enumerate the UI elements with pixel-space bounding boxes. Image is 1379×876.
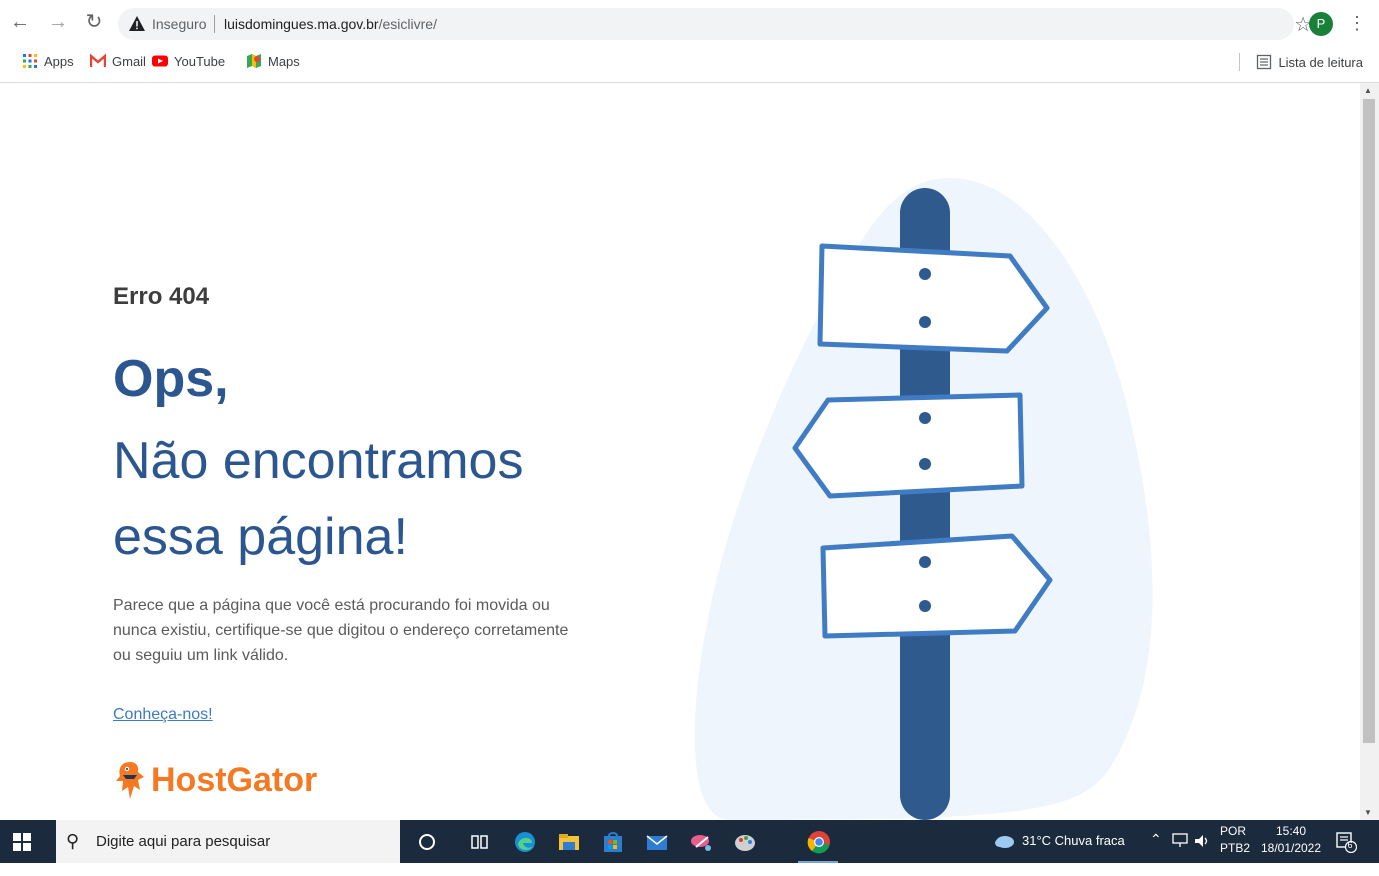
weather-cloud-icon[interactable] — [992, 832, 1016, 850]
chrome-icon[interactable] — [806, 829, 832, 855]
address-bar[interactable]: Inseguro luisdomingues.ma.gov.br/esicliv… — [118, 8, 1312, 40]
sign-bottom-bolt — [919, 556, 931, 568]
page-content: Erro 404 Ops, Não encontramos essa págin… — [0, 83, 1360, 820]
browser-chrome: ← → ↻ Inseguro luisdomingues.ma.gov.br/e… — [0, 0, 1379, 83]
mail-icon[interactable] — [644, 829, 670, 855]
clock[interactable]: 15:40 18/01/2022 — [1258, 823, 1324, 866]
scrollbar-thumb[interactable] — [1363, 99, 1375, 743]
sign-bottom — [820, 533, 1053, 639]
bookmark-youtube[interactable]: YouTube — [152, 53, 225, 69]
forward-button[interactable]: → — [46, 10, 70, 34]
language-bottom: PTB2 — [1220, 841, 1251, 855]
bookmark-label: Maps — [268, 53, 300, 69]
bookmark-maps[interactable]: Maps — [246, 53, 300, 69]
sign-top-bolt — [919, 268, 931, 280]
headline-line-2: essa página! — [113, 508, 408, 566]
notification-icon — [1336, 832, 1358, 854]
sign-top — [817, 243, 1050, 354]
about-link[interactable]: Conheça-nos! — [113, 706, 213, 724]
snip-tool-icon[interactable] — [688, 829, 714, 855]
language-top: POR — [1220, 824, 1247, 838]
paint-icon[interactable] — [732, 829, 758, 855]
error-description: Parece que a página que você está procur… — [113, 597, 569, 664]
page-scrollbar[interactable]: ▲ ▼ — [1360, 83, 1379, 820]
headline-ops: Ops, — [113, 350, 229, 408]
profile-avatar[interactable]: P — [1309, 12, 1333, 36]
signpost-illustration — [694, 178, 1153, 820]
error-code: Erro 404 — [113, 283, 210, 310]
sign-top-bolt — [919, 316, 931, 328]
apps-grid-icon — [23, 54, 37, 68]
sign-middle-bolt — [919, 458, 931, 470]
logo-text: HostGator — [151, 760, 318, 799]
cortana-icon[interactable] — [414, 829, 440, 855]
search-icon: ⚲ — [66, 831, 80, 851]
reload-button[interactable]: ↻ — [82, 10, 106, 34]
gmail-icon — [90, 53, 106, 67]
sign-bottom-bolt — [919, 600, 931, 612]
bookmark-label: Gmail — [112, 53, 146, 69]
bookmarks-divider — [1239, 53, 1241, 71]
gator-mascot-icon — [116, 762, 144, 799]
edge-icon[interactable] — [512, 829, 538, 855]
hostgator-logo[interactable]: HostGator — [113, 759, 317, 801]
maps-icon — [247, 54, 261, 68]
taskbar-search-box[interactable]: ⚲ Digite aqui para pesquisar — [56, 820, 400, 863]
reading-list-icon — [1257, 54, 1272, 70]
back-button[interactable]: ← — [8, 10, 32, 34]
show-hidden-icons-icon[interactable]: ⌃ — [1150, 831, 1162, 874]
weather-text[interactable]: 31°C Chuva fraca — [1022, 833, 1125, 876]
file-explorer-icon[interactable] — [556, 829, 582, 855]
url-text[interactable]: luisdomingues.ma.gov.br/esiclivre/ — [224, 16, 437, 32]
notification-count: 6 — [1347, 840, 1353, 850]
windows-start-icon[interactable] — [12, 832, 32, 852]
clock-date: 18/01/2022 — [1260, 841, 1322, 855]
windows-taskbar: ⚲ Digite aqui para pesquisar 31°C Chuva … — [0, 820, 1379, 863]
bookmark-gmail[interactable]: Gmail — [90, 53, 146, 69]
reading-list-button[interactable]: Lista de leitura — [1239, 53, 1363, 71]
url-host: luisdomingues.ma.gov.br — [224, 16, 379, 32]
omnibox-divider — [214, 15, 215, 33]
scroll-down-arrow-icon[interactable]: ▼ — [1364, 808, 1372, 817]
volume-icon[interactable] — [1193, 833, 1211, 849]
sign-middle-bolt — [919, 412, 931, 424]
language-indicator[interactable]: POR PTB2 — [1220, 823, 1250, 866]
notification-center-icon[interactable]: 6 — [1335, 831, 1358, 854]
headline-line-1: Não encontramos — [113, 432, 524, 490]
bookmark-label: YouTube — [174, 53, 226, 69]
bookmark-apps[interactable]: Apps — [22, 53, 74, 69]
security-label[interactable]: Inseguro — [152, 16, 206, 32]
browser-toolbar: ← → ↻ Inseguro luisdomingues.ma.gov.br/e… — [0, 0, 1379, 46]
sign-middle — [792, 392, 1025, 499]
scroll-up-arrow-icon[interactable]: ▲ — [1364, 86, 1372, 95]
store-icon[interactable] — [600, 829, 626, 855]
url-path: /esiclivre/ — [378, 16, 437, 32]
bookmark-label: Apps — [44, 53, 74, 69]
task-view-icon[interactable] — [467, 829, 493, 855]
youtube-icon — [152, 55, 168, 67]
clock-time: 15:40 — [1275, 824, 1307, 838]
taskbar-search-placeholder: Digite aqui para pesquisar — [96, 833, 271, 850]
network-icon[interactable] — [1172, 833, 1190, 849]
menu-kebab-icon[interactable]: ⋮ — [1348, 12, 1366, 34]
reading-list-label: Lista de leitura — [1278, 54, 1363, 70]
bookmarks-bar: Apps Gmail YouTube Maps Lista de leitura — [0, 48, 1379, 76]
warning-icon — [129, 16, 145, 31]
